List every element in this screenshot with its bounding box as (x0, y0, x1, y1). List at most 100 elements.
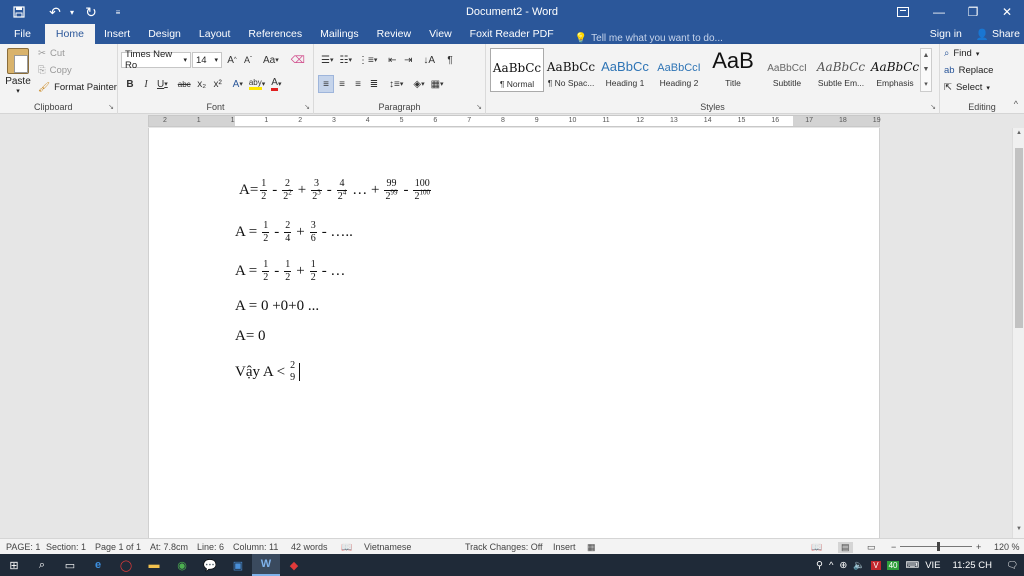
highlight-button[interactable]: aby ▾ (246, 75, 268, 93)
show-marks-button[interactable]: ¶ (442, 51, 458, 69)
justify-icon[interactable]: ≣ (366, 75, 382, 93)
edge-icon[interactable]: e (84, 554, 112, 576)
tab-layout[interactable]: Layout (190, 24, 240, 44)
zoom-slider-thumb[interactable] (937, 542, 940, 551)
italic-button[interactable]: I (138, 75, 154, 93)
font-color-button[interactable]: A ▾ (268, 75, 284, 93)
show-hidden-icons-icon[interactable]: ^ (829, 560, 833, 571)
scrollbar-thumb[interactable] (1015, 148, 1023, 328)
word-icon[interactable]: W (252, 554, 280, 576)
paste-button[interactable]: Paste ▾ (4, 48, 32, 100)
underline-button[interactable]: U ▾ (154, 75, 171, 93)
tab-foxit[interactable]: Foxit Reader PDF (461, 24, 563, 44)
align-center-icon[interactable]: ≡ (334, 75, 350, 93)
font-size-select[interactable]: 14 ▾ (192, 52, 222, 68)
style-subtle-emphasis[interactable]: AaBbCc Subtle Em... (814, 48, 868, 92)
sort-icon[interactable]: ↓A (420, 51, 438, 69)
select-button[interactable]: ⇱ Select ▾ (944, 82, 990, 93)
tab-design[interactable]: Design (139, 24, 190, 44)
status-words[interactable]: 42 words (291, 542, 328, 552)
tray-badge[interactable]: 40 (886, 560, 900, 570)
format-painter-button[interactable]: 🖌 Format Painter (38, 82, 117, 93)
tab-view[interactable]: View (420, 24, 461, 44)
chevron-down-icon[interactable]: ▼ (923, 66, 930, 73)
clock[interactable]: 11:25 CH (953, 560, 992, 571)
numbering-icon[interactable]: ☷ ▾ (336, 51, 354, 69)
opera-icon[interactable]: ◯ (112, 554, 140, 576)
chevron-up-icon[interactable]: ▲ (923, 52, 930, 59)
status-insert-mode[interactable]: Insert (553, 542, 576, 552)
style-normal[interactable]: AaBbCc ¶ Normal (490, 48, 544, 92)
sign-in-link[interactable]: Sign in (930, 28, 962, 40)
tab-references[interactable]: References (239, 24, 311, 44)
styles-gallery-scroll[interactable]: ▲ ▼ ▾ (920, 48, 932, 92)
tab-file[interactable]: File (0, 24, 45, 44)
align-left-icon[interactable]: ≡ (318, 75, 334, 93)
keyboard-icon[interactable]: ⌨ (905, 560, 919, 571)
document-page[interactable]: A= 12 - 2 22 + 3 23 - 4 24 … + 99 299 - 100 2… (148, 128, 880, 538)
scroll-up-icon[interactable]: ▲ (1013, 130, 1024, 140)
status-language[interactable]: Vietnamese (364, 542, 411, 552)
dialog-launcher-icon[interactable]: ↘ (930, 103, 936, 111)
status-column[interactable]: Column: 11 (233, 542, 278, 552)
status-page-of[interactable]: Page 1 of 1 (95, 542, 141, 552)
align-right-icon[interactable]: ≡ (350, 75, 366, 93)
tell-me-box[interactable]: 💡 Tell me what you want to do... (563, 33, 723, 44)
minimize-icon[interactable]: — (922, 0, 956, 24)
dialog-launcher-icon[interactable]: ↘ (108, 103, 114, 111)
customize-qat-icon[interactable]: ≡ (112, 0, 124, 24)
people-icon[interactable]: ⚲ (816, 560, 823, 571)
tab-review[interactable]: Review (368, 24, 420, 44)
copy-button[interactable]: ⎘ Copy (38, 65, 72, 76)
messenger-icon[interactable]: 💬 (196, 554, 224, 576)
text-effects-button[interactable]: A ▾ (230, 75, 246, 93)
subscript-button[interactable]: x₂ (194, 75, 210, 93)
tab-home[interactable]: Home (44, 24, 95, 44)
windows-start-icon[interactable]: ⊞ (0, 554, 28, 576)
zoom-out-icon[interactable]: − (891, 542, 896, 552)
grow-font-button[interactable]: A ^ (224, 51, 240, 69)
chrome-icon[interactable]: ◉ (168, 554, 196, 576)
zoom-level[interactable]: 120 % (994, 542, 1020, 552)
dialog-launcher-icon[interactable]: ↘ (304, 103, 310, 111)
style-heading-2[interactable]: AaBbCcI Heading 2 (652, 48, 706, 92)
volume-icon[interactable]: 🔈 (853, 560, 865, 571)
redo-icon[interactable]: ↻ (80, 0, 102, 24)
vertical-scrollbar[interactable]: ▲ ▼ (1012, 128, 1024, 538)
style-no-spacing[interactable]: AaBbCc ¶ No Spac... (544, 48, 598, 92)
style-heading-1[interactable]: AaBbCc Heading 1 (598, 48, 652, 92)
red-app-icon[interactable]: ◆ (280, 554, 308, 576)
macro-icon[interactable]: ▦ (587, 542, 596, 553)
restore-icon[interactable]: ❐ (956, 0, 990, 24)
increase-indent-icon[interactable]: ⇥ (400, 51, 416, 69)
scroll-down-icon[interactable]: ▼ (1013, 526, 1024, 536)
notifications-icon[interactable]: 🗨 (1006, 560, 1018, 571)
read-mode-icon[interactable]: 📖 (811, 542, 822, 553)
cut-button[interactable]: ✂ Cut (38, 48, 65, 59)
proofing-icon[interactable]: 📖 (341, 542, 352, 553)
bullets-icon[interactable]: ☰ ▾ (318, 51, 336, 69)
share-button[interactable]: 👤 Share (976, 28, 1020, 41)
change-case-button[interactable]: Aa ▾ (260, 51, 282, 69)
collapse-ribbon-icon[interactable]: ^ (1014, 99, 1018, 109)
input-language[interactable]: VIE (925, 560, 940, 571)
style-title[interactable]: AaB Title (706, 48, 760, 92)
superscript-button[interactable]: x² (210, 75, 226, 93)
multilevel-list-icon[interactable]: ⋮≡ ▾ (355, 51, 380, 69)
save-icon[interactable] (8, 0, 30, 24)
file-explorer-icon[interactable]: ▬ (140, 554, 168, 576)
ribbon-display-options-icon[interactable] (886, 0, 920, 24)
clear-formatting-icon[interactable]: ⌫ (288, 51, 308, 69)
unikey-icon[interactable]: V (871, 560, 881, 570)
borders-icon[interactable]: ▦ ▾ (428, 75, 447, 93)
shrink-font-button[interactable]: Aˇ (240, 51, 256, 69)
zoom-slider[interactable] (900, 546, 972, 547)
network-icon[interactable]: ⊕ (839, 560, 847, 571)
tab-mailings[interactable]: Mailings (311, 24, 368, 44)
dialog-launcher-icon[interactable]: ↘ (476, 103, 482, 111)
status-at[interactable]: At: 7.8cm (150, 542, 188, 552)
more-styles-icon[interactable]: ▾ (924, 80, 928, 88)
undo-icon[interactable]: ↶ (44, 0, 66, 24)
undo-dropdown-icon[interactable]: ▾ (66, 0, 78, 24)
replace-button[interactable]: ab Replace (944, 65, 993, 76)
